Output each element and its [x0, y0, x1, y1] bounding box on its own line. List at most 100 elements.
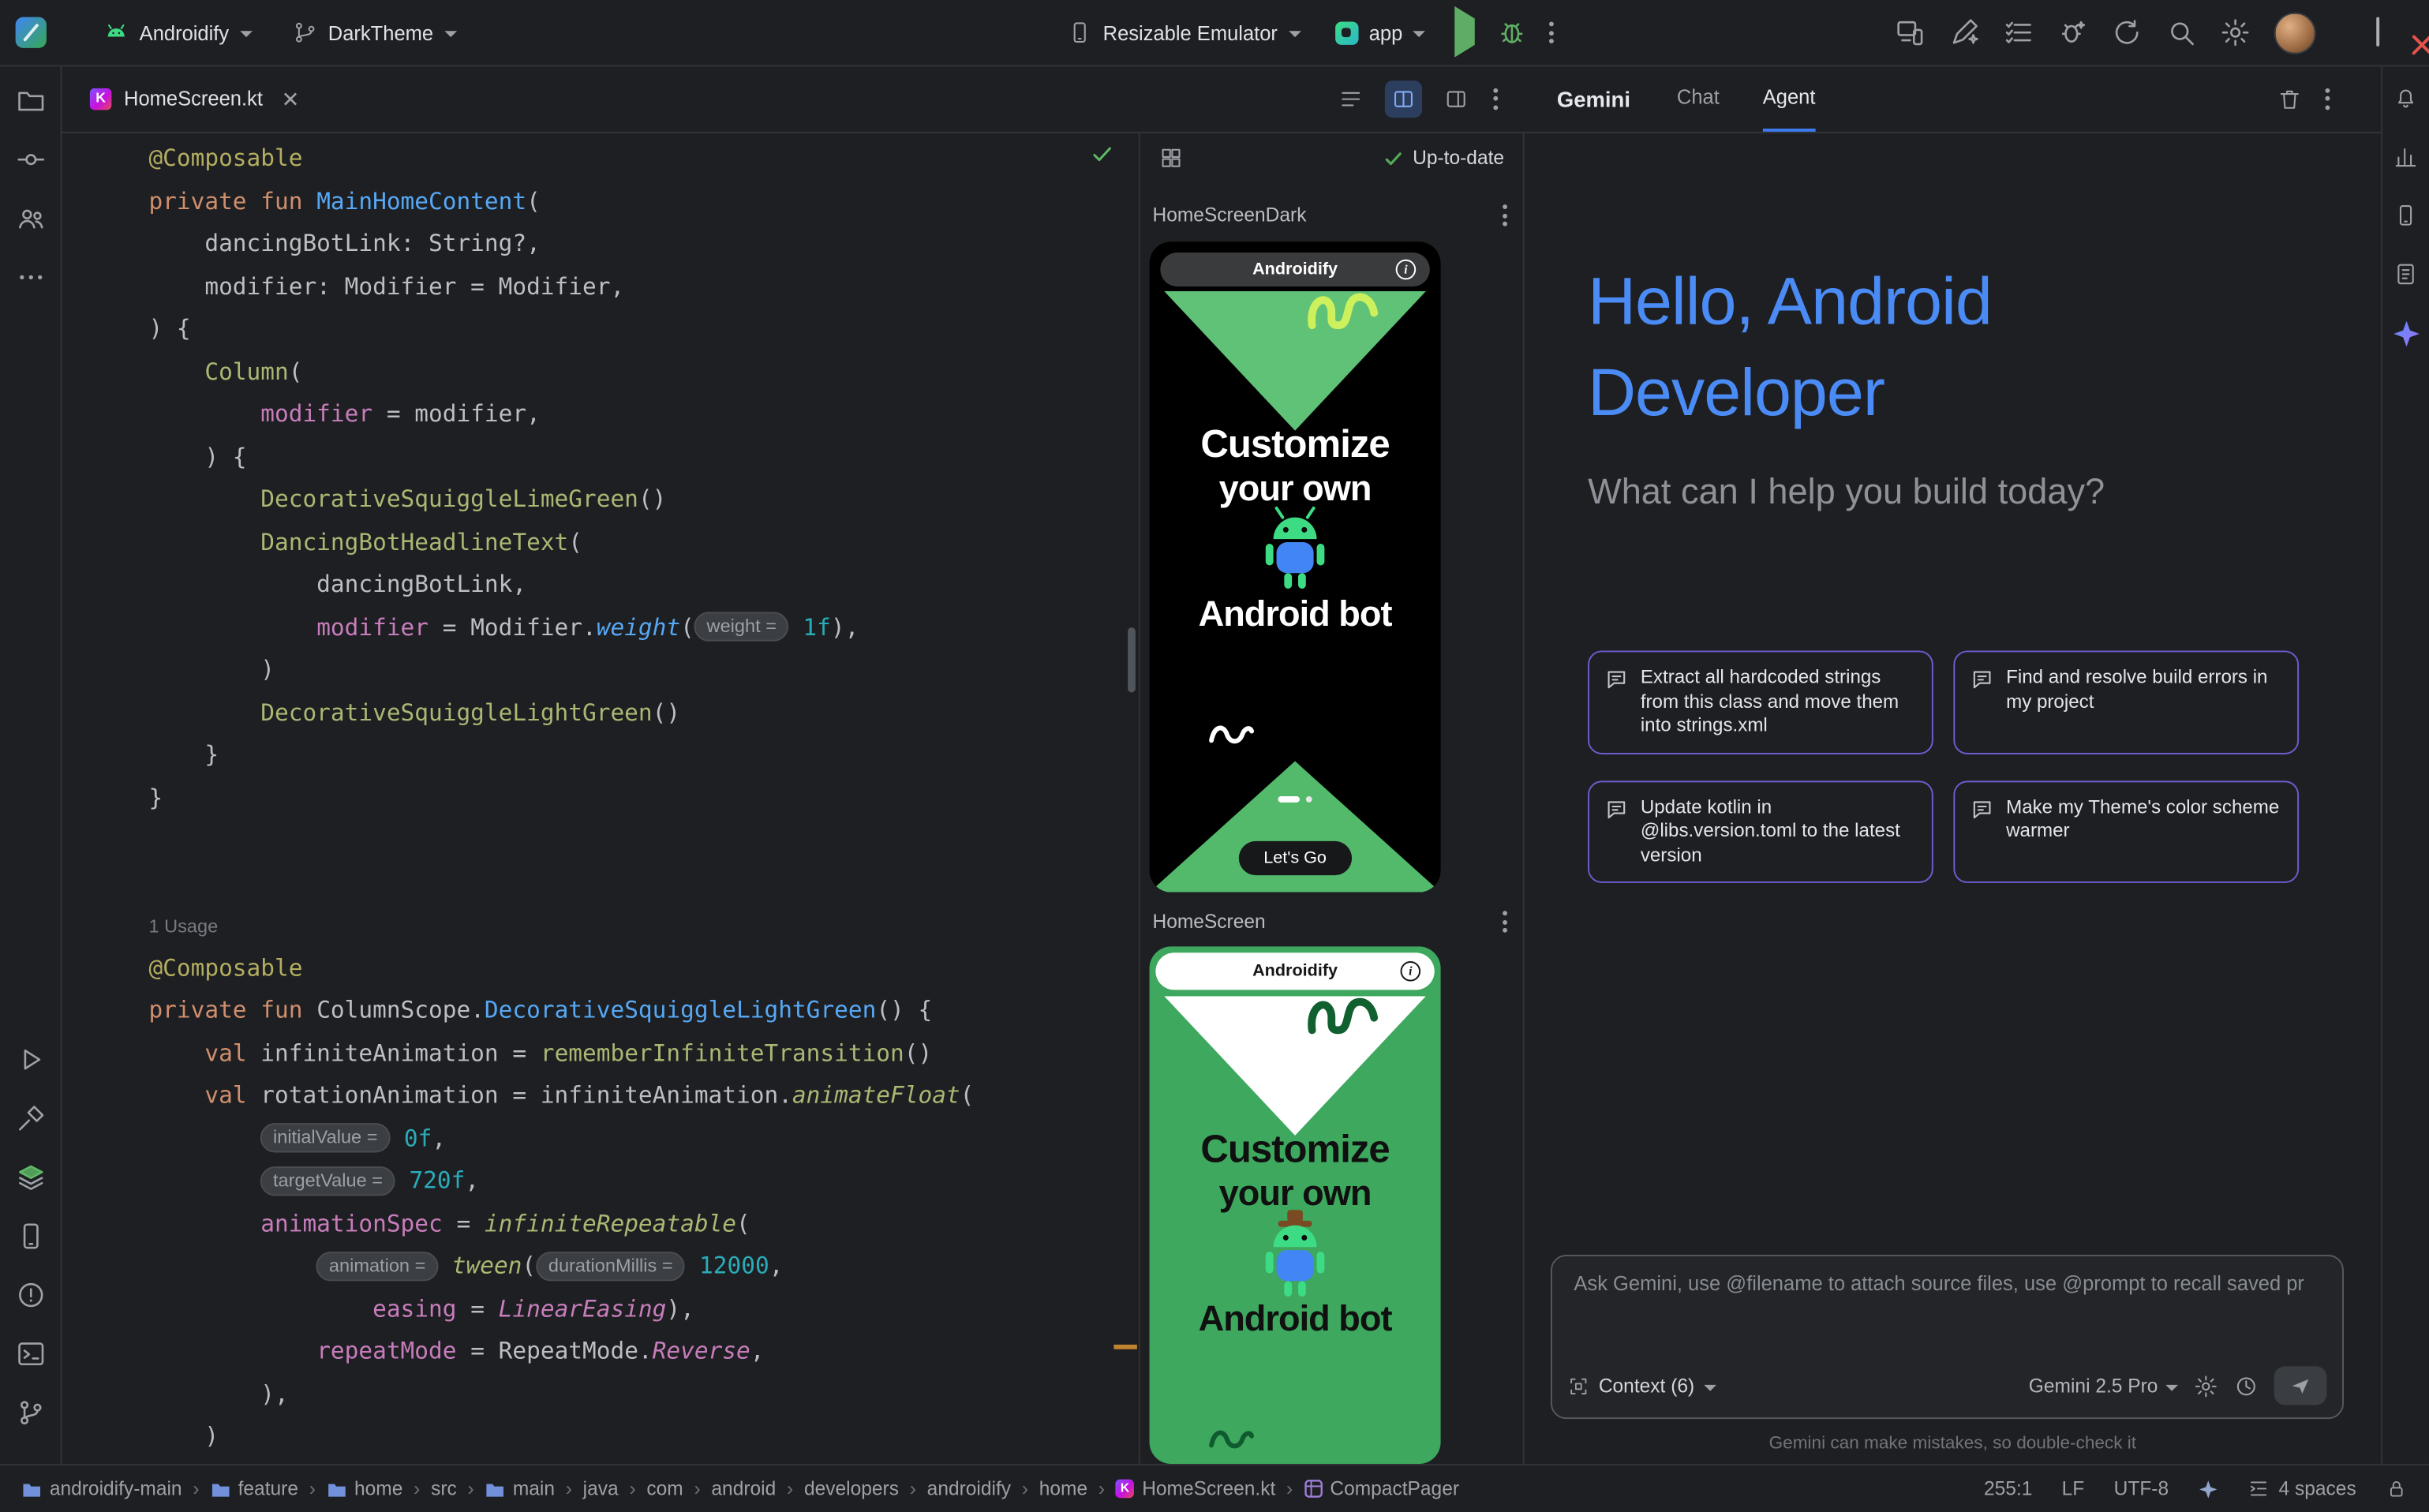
device-mirroring-button[interactable]	[1895, 17, 1926, 48]
send-button[interactable]	[2274, 1366, 2327, 1405]
gemini-suggestion-card[interactable]: Update kotlin in @libs.version.toml to t…	[1588, 780, 1933, 883]
breadcrumb-item[interactable]: java	[583, 1478, 619, 1499]
project-toolwindow-button[interactable]	[7, 77, 54, 124]
readonly-toggle-button[interactable]	[2386, 1478, 2407, 1499]
code-line[interactable]: private fun MainHomeContent(	[62, 181, 1139, 223]
ai-rename-button[interactable]	[1948, 17, 1979, 48]
breadcrumb-item[interactable]: KHomeScreen.kt	[1116, 1478, 1275, 1499]
breadcrumb-item[interactable]: main	[485, 1478, 555, 1499]
task-list-button[interactable]	[2003, 17, 2034, 48]
device-manager-toolwindow-button[interactable]	[7, 1213, 54, 1259]
code-line[interactable]: private fun ColumnScope.DecorativeSquigg…	[62, 990, 1139, 1032]
code-line[interactable]: }	[62, 777, 1139, 819]
code-line[interactable]: @Composable	[62, 138, 1139, 181]
code-line[interactable]: modifier = Modifier.weight(weight = 1f),	[62, 607, 1139, 649]
editor-view-mode-button[interactable]	[1332, 80, 1369, 117]
profiler-toolwindow-button[interactable]	[2386, 137, 2426, 177]
layout-inspector-toolwindow-button[interactable]	[2386, 254, 2426, 294]
code-line[interactable]: }	[62, 734, 1139, 777]
code-line[interactable]: modifier: Modifier = Modifier,	[62, 266, 1139, 309]
preview-mode-button[interactable]	[1438, 80, 1475, 117]
tab-close-icon[interactable]: ✕	[281, 88, 299, 109]
code-line[interactable]: easing = LinearEasing),	[62, 1288, 1139, 1330]
code-line[interactable]: animation = tween(durationMillis = 12000…	[62, 1245, 1139, 1288]
context-selector[interactable]: Context (6)	[1568, 1375, 1716, 1396]
code-line[interactable]: DecorativeSquiggleLimeGreen()	[62, 479, 1139, 522]
code-line[interactable]: targetValue = 720f,	[62, 1160, 1139, 1203]
gemini-suggestion-card[interactable]: Extract all hardcoded strings from this …	[1588, 650, 1933, 754]
preview-build-status[interactable]: Up-to-date	[1383, 147, 1504, 168]
more-toolwindows-button[interactable]	[7, 254, 54, 301]
code-line[interactable]: repeatMode = RepeatMode.Reverse,	[62, 1330, 1139, 1373]
code-line[interactable]: DecorativeSquiggleLightGreen()	[62, 691, 1139, 734]
breadcrumb-item[interactable]: com	[646, 1478, 683, 1499]
code-line[interactable]: Column(	[62, 351, 1139, 394]
preview-homescreendark[interactable]: Androidify i Customize your own Android …	[1150, 241, 1441, 892]
split-editor-button[interactable]	[1385, 80, 1422, 117]
breadcrumb-item[interactable]: home	[327, 1478, 403, 1499]
code-line[interactable]: initialValue = 0f,	[62, 1117, 1139, 1160]
preview-card-menu-button[interactable]	[1499, 201, 1510, 229]
line-separator-widget[interactable]: LF	[2062, 1478, 2085, 1499]
gemini-settings-button[interactable]	[2194, 1373, 2218, 1398]
code-line[interactable]: )	[62, 649, 1139, 691]
breadcrumb-item[interactable]: home	[1039, 1478, 1087, 1499]
gemini-suggestion-card[interactable]: Make my Theme's color scheme warmer	[1953, 780, 2299, 883]
search-everywhere-button[interactable]	[2165, 17, 2196, 48]
run-configuration-selector[interactable]: app	[1327, 15, 1434, 51]
breadcrumb-item[interactable]: androidify-main	[21, 1478, 182, 1499]
code-line[interactable]	[62, 862, 1139, 904]
model-selector[interactable]: Gemini 2.5 Pro	[2029, 1375, 2178, 1396]
encoding-widget[interactable]: UTF-8	[2114, 1478, 2169, 1499]
version-control-toolwindow-button[interactable]	[7, 1390, 54, 1436]
tab-homescreen-kt[interactable]: K HomeScreen.kt ✕	[90, 65, 300, 131]
sync-button[interactable]	[2112, 17, 2143, 48]
collaboration-toolwindow-button[interactable]	[7, 195, 54, 241]
vcs-branch-selector[interactable]: DarkTheme	[285, 14, 465, 51]
code-line[interactable]: modifier = modifier,	[62, 394, 1139, 436]
code-editor[interactable]: @Composableprivate fun MainHomeContent( …	[62, 133, 1139, 1464]
terminal-toolwindow-button[interactable]	[7, 1330, 54, 1377]
tab-agent[interactable]: Agent	[1763, 65, 1816, 131]
editor-scrollbar[interactable]	[1128, 627, 1136, 692]
editor-options-button[interactable]	[1490, 84, 1501, 112]
tab-chat[interactable]: Chat	[1677, 65, 1720, 131]
problems-toolwindow-button[interactable]	[7, 1272, 54, 1319]
window-maximize-button[interactable]	[2371, 19, 2384, 47]
device-explorer-toolwindow-button[interactable]	[2386, 195, 2426, 235]
user-avatar[interactable]	[2274, 12, 2316, 54]
inspections-status-button[interactable]	[1091, 143, 1113, 174]
gemini-options-button[interactable]	[2322, 84, 2334, 112]
gemini-suggestion-card[interactable]: Find and resolve build errors in my proj…	[1953, 650, 2299, 754]
caret-position-widget[interactable]: 255:1	[1984, 1478, 2032, 1499]
code-line[interactable]	[62, 819, 1139, 862]
gemini-prompt-input[interactable]	[1570, 1271, 2330, 1297]
breadcrumb-item[interactable]: feature	[210, 1478, 298, 1499]
ai-status-button[interactable]	[2198, 1479, 2218, 1499]
commit-toolwindow-button[interactable]	[7, 137, 54, 183]
breadcrumb-item[interactable]: src	[431, 1478, 457, 1499]
run-toolwindow-button[interactable]	[7, 1036, 54, 1083]
code-line[interactable]: animationSpec = infiniteRepeatable(	[62, 1203, 1139, 1245]
code-line[interactable]: ),	[62, 1373, 1139, 1416]
project-selector[interactable]: Androidify	[96, 14, 260, 51]
breadcrumb-item[interactable]: developers	[804, 1478, 899, 1499]
preview-gallery-button[interactable]	[1158, 146, 1183, 170]
debug-button[interactable]	[1497, 17, 1528, 48]
more-run-options-button[interactable]	[1547, 19, 1558, 47]
gemini-toolwindow-button[interactable]	[2386, 313, 2426, 354]
device-selector[interactable]: Resizable Emulator	[1060, 14, 1308, 51]
app-quality-insights-button[interactable]	[7, 1154, 54, 1200]
code-line[interactable]: ) {	[62, 436, 1139, 479]
gemini-prompt-box[interactable]: Context (6) Gemini 2.5 Pro	[1551, 1255, 2344, 1419]
breadcrumb-item[interactable]: android	[711, 1478, 776, 1499]
code-line[interactable]: DancingBotHeadlineText(	[62, 522, 1139, 564]
clear-conversation-button[interactable]	[2277, 86, 2302, 110]
code-line[interactable]: dancingBotLink,	[62, 564, 1139, 607]
prompt-history-button[interactable]	[2234, 1373, 2259, 1398]
run-button[interactable]	[1452, 19, 1478, 47]
code-line[interactable]: @Composable	[62, 947, 1139, 990]
preview-homescreen[interactable]: Androidify i Customize your own Android …	[1150, 946, 1441, 1464]
code-line[interactable]: 1 Usage	[62, 904, 1139, 947]
breadcrumb-item[interactable]: androidify	[927, 1478, 1011, 1499]
